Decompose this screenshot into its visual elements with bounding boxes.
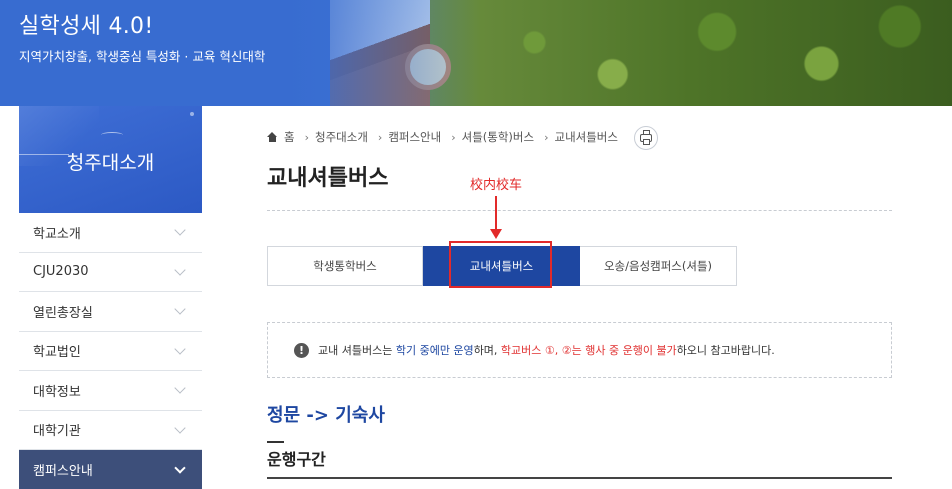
- sidebar-item-president-office[interactable]: 열린총장실: [19, 292, 202, 332]
- sidebar-item-label: 캠퍼스안내: [33, 464, 93, 480]
- sidebar-title: 청주대소개: [66, 152, 155, 174]
- section-divider: [267, 477, 892, 479]
- chevron-down-icon: [174, 343, 186, 355]
- sidebar-item-label: 대학정보: [33, 384, 81, 400]
- info-icon: !: [294, 342, 309, 358]
- breadcrumb: 홈 › 청주대소개 › 캠퍼스안내 › 셔틀(통학)버스 › 교내셔틀버스: [267, 127, 618, 147]
- sidebar-item-label: 대학기관: [33, 424, 81, 440]
- notice-highlight-blue: 학기 중에만 운영: [395, 344, 474, 357]
- sidebar-item-university-institutions[interactable]: 대학기관: [19, 410, 202, 450]
- chevron-down-icon: [174, 462, 186, 474]
- chevron-right-icon: ›: [377, 130, 383, 144]
- sidebar-dot-decoration: [190, 112, 194, 116]
- sidebar: 청주대소개 학교소개 CJU2030 열린총장실 학교법인 대학정보 대학기관 …: [19, 106, 202, 489]
- route-title: 정문 -> 기숙사: [267, 405, 385, 426]
- chevron-down-icon: [174, 224, 186, 236]
- notice-box: ! 교내 셔틀버스는 학기 중에만 운영하며, 학교버스 ①, ②는 행사 중 …: [267, 322, 892, 378]
- notice-text-part: 하며,: [473, 344, 501, 357]
- breadcrumb-home[interactable]: 홈: [284, 129, 295, 145]
- breadcrumb-item[interactable]: 캠퍼스안내: [388, 129, 441, 145]
- chevron-down-icon: [174, 303, 186, 315]
- title-divider: [267, 210, 892, 211]
- banner-title: 실학성세 4.0!: [19, 14, 154, 39]
- notice-text: 교내 셔틀버스는 학기 중에만 운영하며, 학교버스 ①, ②는 행사 중 운행…: [318, 342, 775, 358]
- sidebar-header: 청주대소개: [19, 106, 202, 213]
- sidebar-item-cju2030[interactable]: CJU2030: [19, 252, 202, 292]
- annotation-arrow: [495, 196, 497, 230]
- chevron-down-icon: [174, 382, 186, 394]
- printer-icon: [640, 130, 652, 145]
- banner-ivy-image: [430, 0, 952, 106]
- sidebar-item-label: CJU2030: [33, 264, 89, 280]
- sidebar-item-university-info[interactable]: 대학정보: [19, 371, 202, 411]
- sidebar-wave-decoration: [101, 132, 123, 138]
- banner-subtitle: 지역가치창출, 학생중심 특성화 · 교육 혁신대학: [19, 49, 266, 64]
- header-banner: 실학성세 4.0! 지역가치창출, 학생중심 특성화 · 교육 혁신대학: [0, 0, 952, 106]
- notice-highlight-red: 학교버스 ①, ②는 행사 중 운행이 불가: [500, 344, 677, 357]
- annotation-label: 校内校车: [470, 178, 523, 193]
- home-icon[interactable]: [267, 132, 278, 142]
- section-title: 운행구간: [267, 450, 326, 469]
- breadcrumb-current: 교내셔틀버스: [554, 130, 618, 144]
- chevron-down-icon: [174, 422, 186, 434]
- notice-text-part: 하오니 참고바랍니다.: [676, 344, 775, 357]
- sidebar-item-school-intro[interactable]: 학교소개: [19, 213, 202, 253]
- arrow-down-icon: [490, 229, 502, 239]
- notice-text-part: 교내 셔틀버스는: [318, 344, 396, 357]
- print-button[interactable]: [634, 126, 658, 150]
- chevron-down-icon: [174, 264, 186, 276]
- page-title: 교내셔틀버스: [267, 166, 389, 191]
- chevron-right-icon: ›: [304, 130, 309, 144]
- breadcrumb-item[interactable]: 셔틀(통학)버스: [462, 129, 534, 145]
- tab-osong-eumseong-shuttle[interactable]: 오송/음성캠퍼스(셔틀): [580, 246, 737, 286]
- annotation-highlight-box: [449, 241, 552, 288]
- sidebar-item-label: 학교소개: [33, 226, 81, 242]
- sidebar-item-label: 학교법인: [33, 345, 81, 361]
- sidebar-item-school-corporation[interactable]: 학교법인: [19, 331, 202, 371]
- breadcrumb-item[interactable]: 청주대소개: [315, 129, 368, 145]
- tab-student-commute-bus[interactable]: 학생통학버스: [267, 246, 423, 286]
- chevron-right-icon: ›: [451, 130, 456, 144]
- chevron-right-icon: ›: [544, 130, 549, 144]
- sidebar-item-campus-guide[interactable]: 캠퍼스안내: [19, 450, 202, 489]
- section-mark: [267, 441, 284, 443]
- sidebar-item-label: 열린총장실: [33, 305, 93, 321]
